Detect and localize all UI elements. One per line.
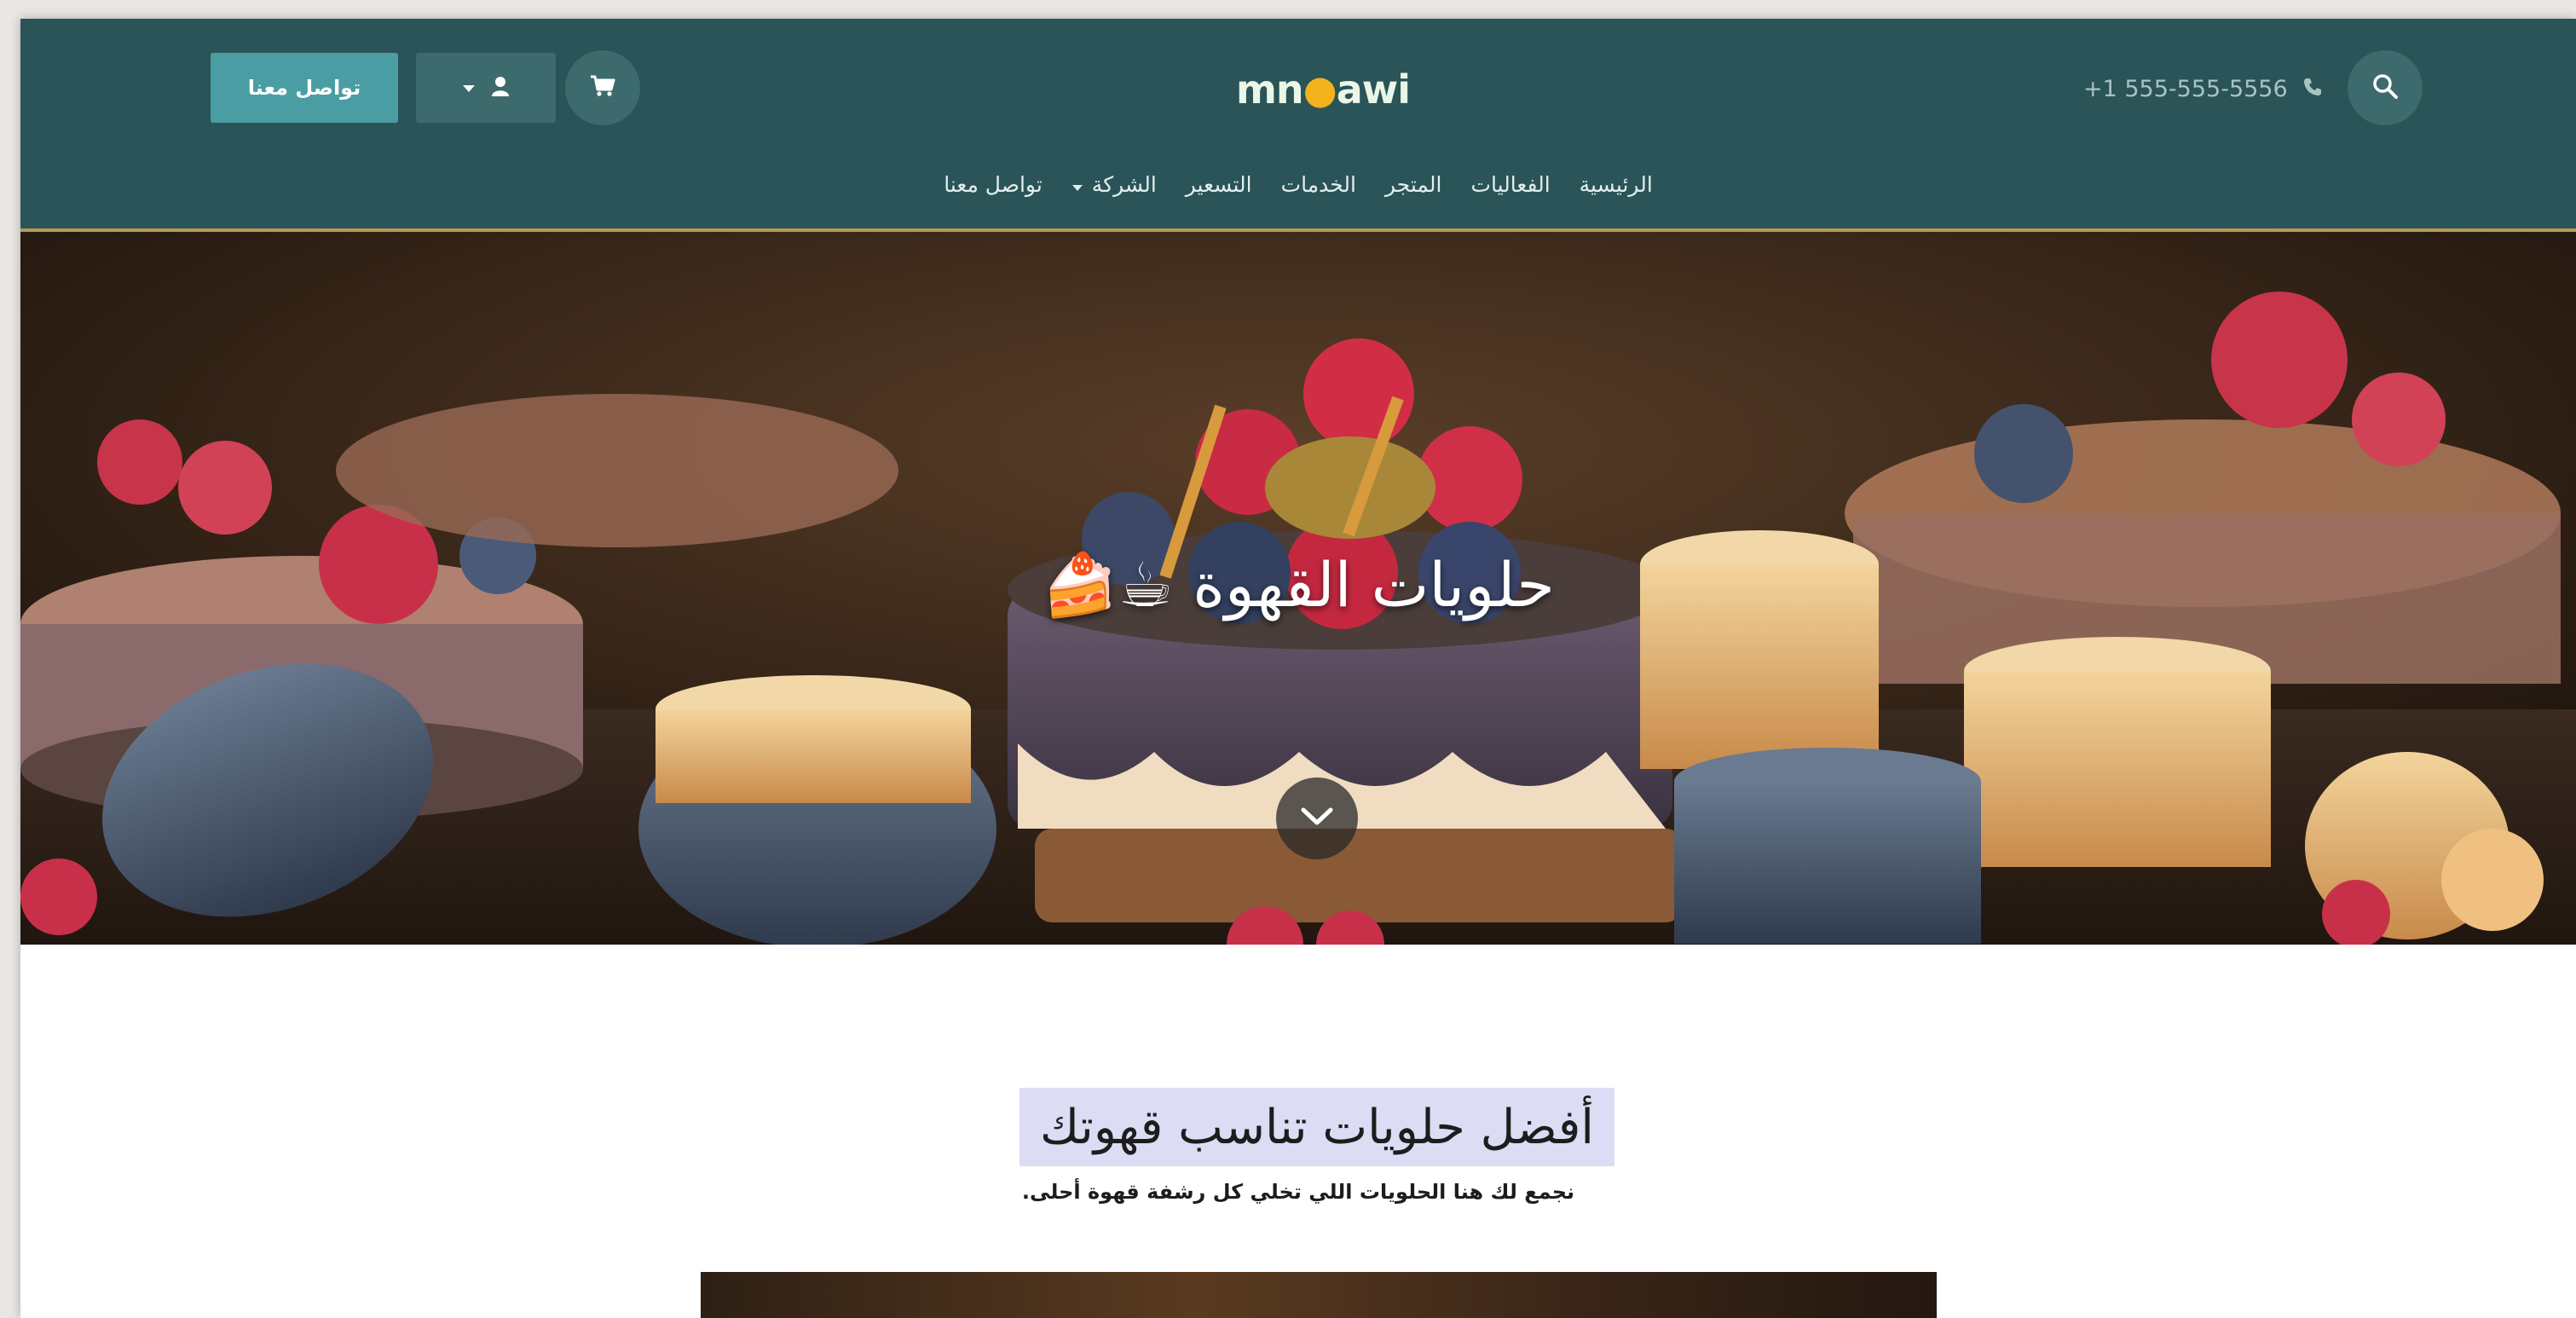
phone-contact[interactable]: +1 555-555-5556 [2083,72,2322,106]
site-logo[interactable]: mn●awi [1235,60,1411,119]
nav-item-shop[interactable]: المتجر [1385,172,1442,197]
nav-item-contact[interactable]: تواصل معنا [944,172,1043,197]
section-subtitle: نجمع لك هنا الحلويات اللي تخلي كل رشفة ق… [1021,1180,1575,1204]
page: تواصل معنا mn●awi +1 555-555-5556 الرئيس… [20,19,2576,1318]
chevron-down-icon [462,80,476,96]
cart-icon [590,75,615,101]
nav-item-pricing[interactable]: التسعير [1186,172,1252,197]
chevron-down-icon [1300,806,1334,830]
site-header: تواصل معنا mn●awi +1 555-555-5556 الرئيس… [20,19,2576,232]
nav-item-home[interactable]: الرئيسية [1580,172,1653,197]
phone-number: +1 555-555-5556 [2083,75,2288,102]
hero-banner: حلويات القهوة ☕🍰 [20,232,2576,945]
scroll-down-button[interactable] [1276,778,1358,859]
phone-icon [2303,76,2322,102]
nav-item-services[interactable]: الخدمات [1281,172,1356,197]
search-icon [2372,73,2398,102]
nav-item-company[interactable]: الشركة [1071,172,1157,197]
main-nav: الرئيسية الفعاليات المتجر الخدمات التسعي… [20,165,2576,203]
search-button[interactable] [2348,50,2423,125]
contact-us-button[interactable]: تواصل معنا [211,53,398,123]
user-icon [491,76,510,100]
featured-image [701,1272,1937,1318]
nav-item-events[interactable]: الفعاليات [1470,172,1550,197]
section-title: أفضل حلويات تناسب قهوتك [1019,1088,1614,1166]
cart-button[interactable] [565,50,640,125]
user-menu-button[interactable] [416,53,556,123]
nav-item-company-label: الشركة [1091,171,1157,197]
hero-title: حلويات القهوة ☕🍰 [1042,549,1555,621]
logo-wordmark: mn●awi [1235,66,1411,113]
chevron-down-icon [1071,172,1083,197]
